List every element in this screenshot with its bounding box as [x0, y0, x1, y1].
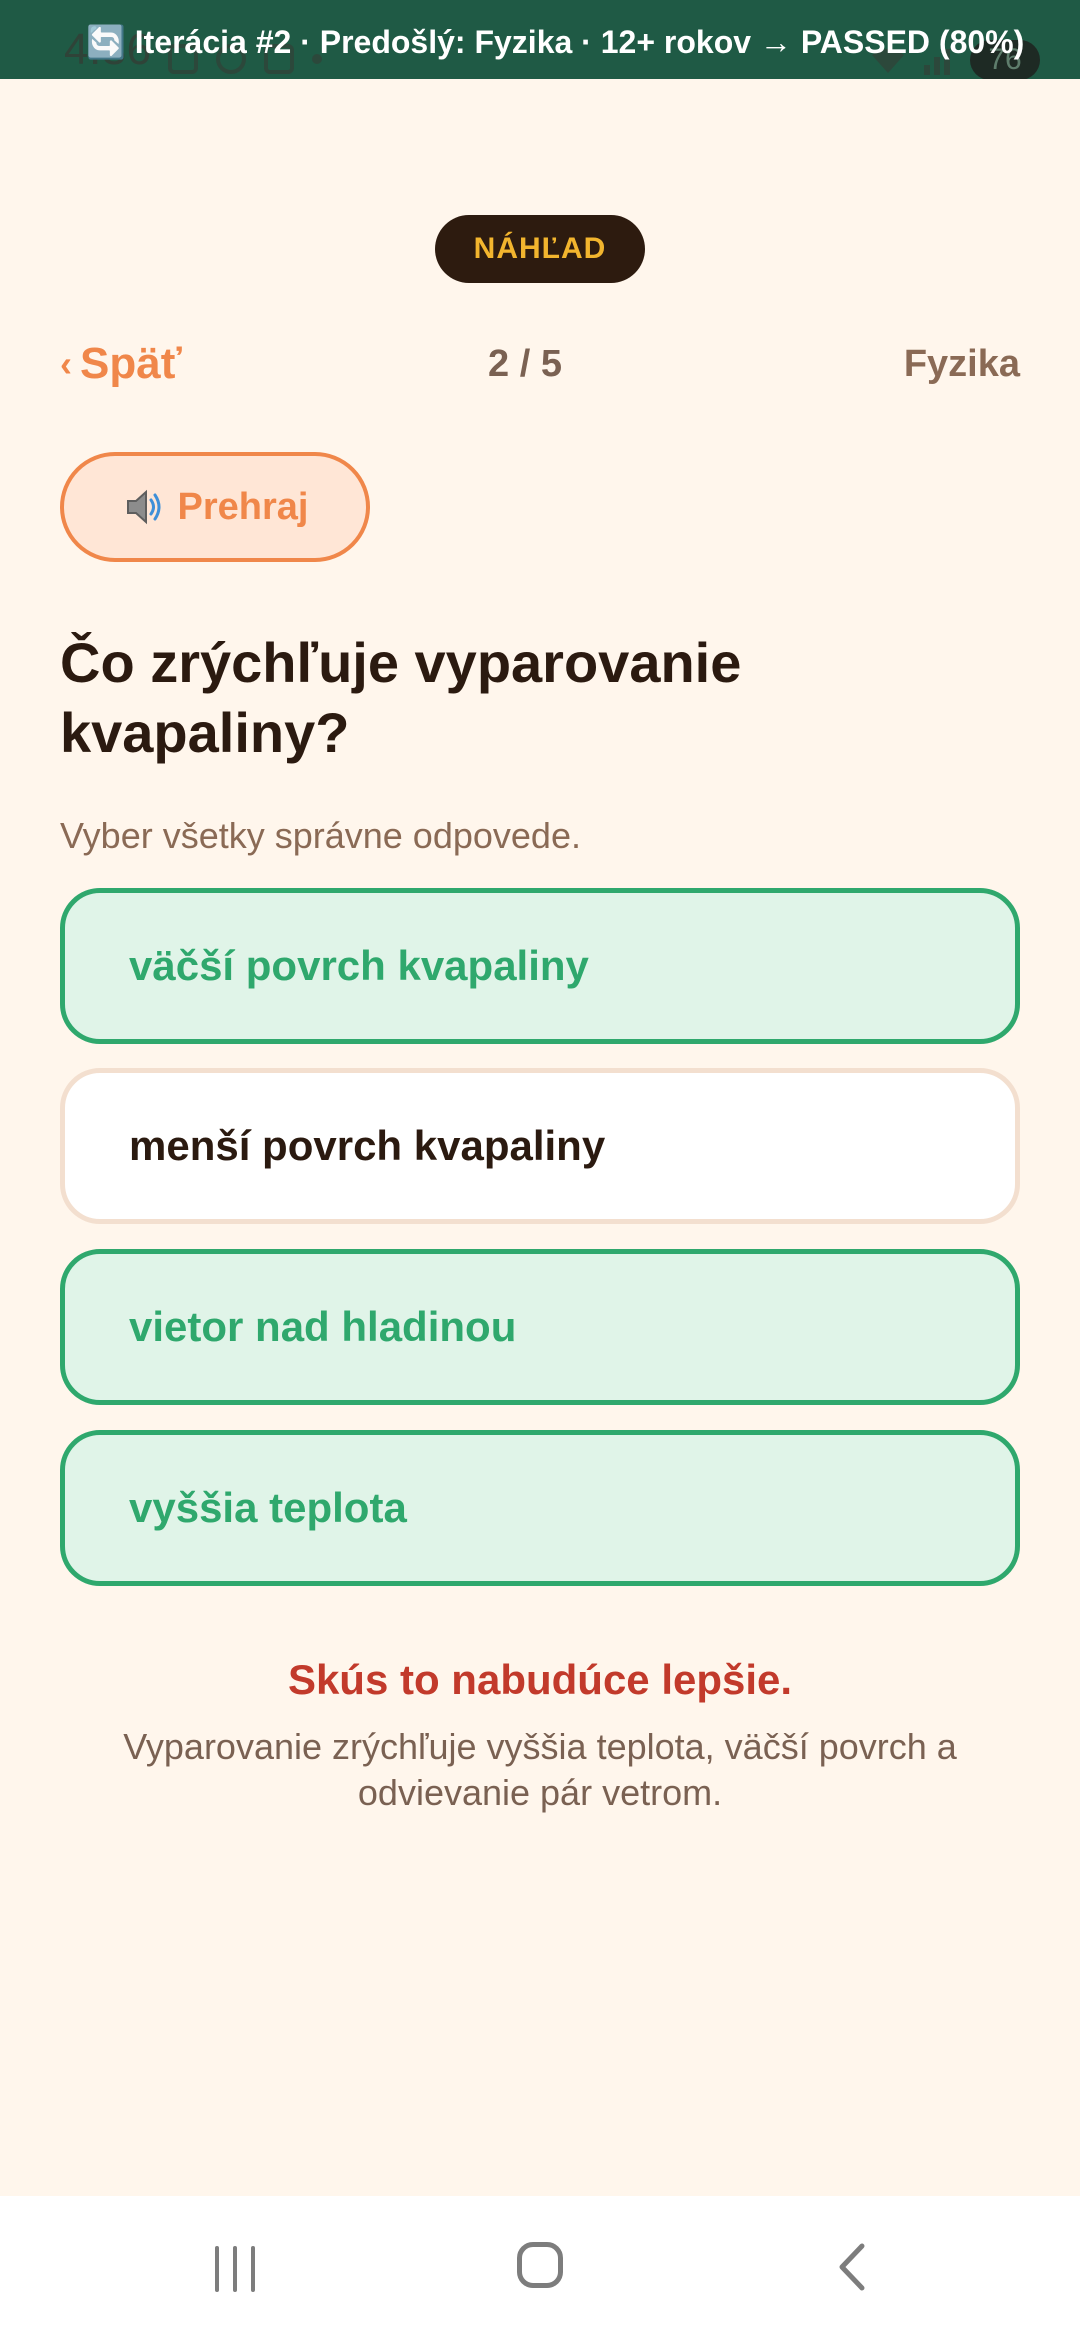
back-button[interactable]: ‹ Späť — [60, 336, 182, 392]
banner-text: 🔄 Iterácia #2 · Predošlý: Fyzika · 12+ r… — [86, 24, 1025, 60]
preview-badge: NÁHĽAD — [435, 215, 645, 283]
back-button-label: Späť — [80, 339, 182, 388]
top-banner: 4:36 76 🔄 Iterácia #2 · Predošlý: Fyzika… — [0, 0, 1080, 79]
answer-option-label: vietor nad hladinou — [129, 1303, 517, 1350]
recent-apps-icon[interactable] — [215, 2246, 255, 2292]
feedback-explanation: Vyparovanie zrýchľuje vyššia teplota, vä… — [123, 1726, 957, 1813]
answer-option-label: menší povrch kvapaliny — [129, 1122, 606, 1169]
play-audio-label: Prehraj — [177, 485, 309, 528]
answer-option[interactable]: vyššia teplota — [60, 1430, 1020, 1586]
answer-option[interactable]: menší povrch kvapaliny — [60, 1068, 1020, 1224]
question-progress: 2 / 5 — [488, 343, 562, 385]
answer-option-label: väčší povrch kvapaliny — [129, 942, 589, 989]
answer-option-label: vyššia teplota — [129, 1484, 407, 1531]
system-navigation-bar — [0, 2196, 1080, 2340]
chevron-left-icon: ‹ — [60, 343, 72, 384]
question-title: Čo zrýchľuje vyparovanie kvapaliny? — [60, 631, 742, 764]
back-arrow-icon[interactable] — [830, 2242, 876, 2292]
subject-label: Fyzika — [903, 343, 1020, 385]
question-instruction: Vyber všetky správne odpovede. — [60, 815, 581, 856]
feedback-title: Skús to nabudúce lepšie. — [287, 1656, 793, 1703]
play-audio-button[interactable]: Prehraj — [60, 452, 370, 562]
answer-option[interactable]: vietor nad hladinou — [60, 1249, 1020, 1405]
speaker-icon — [126, 489, 161, 525]
answer-option[interactable]: väčší povrch kvapaliny — [60, 888, 1020, 1044]
home-icon[interactable] — [517, 2242, 563, 2288]
